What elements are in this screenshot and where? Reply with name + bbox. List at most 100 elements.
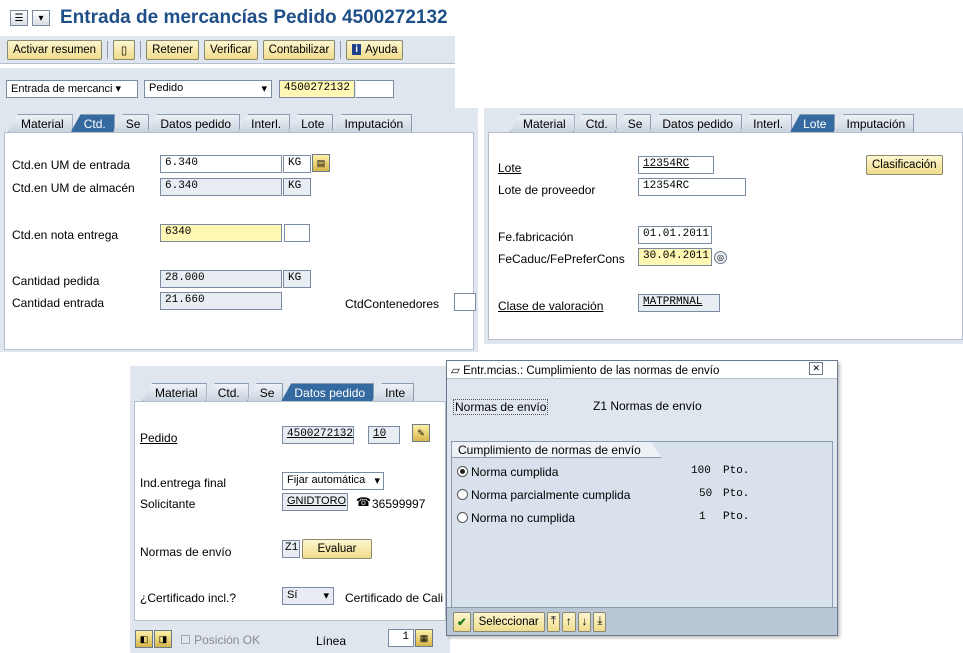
dropdown-icon: ▾	[261, 83, 267, 95]
dialog-icon: ▱	[451, 365, 460, 377]
certificado-label: ¿Certificado incl.?	[140, 591, 237, 605]
tab-datos-pedido[interactable]: Datos pedido	[649, 114, 743, 132]
lote-value[interactable]: 12354RC	[638, 156, 714, 174]
tab-datos-pedido[interactable]: Datos pedido	[281, 383, 375, 401]
cantidad-pedida-unit: KG	[283, 270, 311, 288]
verificar-button[interactable]: Verificar	[204, 39, 258, 60]
dropdown-icon: ▾	[374, 475, 380, 487]
info-icon: i	[352, 44, 362, 55]
previous-page-icon[interactable]: ↑	[561, 611, 576, 632]
tab-se[interactable]: Se	[246, 383, 284, 401]
go-to-line-icon[interactable]: ▦	[415, 629, 433, 647]
detail-icon[interactable]: ▤	[312, 154, 330, 172]
tab-material[interactable]: Material	[142, 383, 207, 401]
ctd-nota-unit-input[interactable]	[284, 224, 310, 242]
lote-proveedor-input[interactable]: 12354RC	[638, 178, 746, 196]
evaluar-button[interactable]: Evaluar	[302, 539, 372, 559]
fe-fabricacion-label: Fe.fabricación	[498, 230, 574, 244]
option-unit: Pto.	[723, 488, 750, 500]
activar-resumen-button[interactable]: Activar resumen	[7, 39, 103, 60]
clase-valoracion-label: Clase de valoración	[498, 299, 604, 313]
posicion-ok-checkbox[interactable]: ☐ Posición OK	[180, 633, 260, 647]
cantidad-entrada-label: Cantidad entrada	[12, 296, 105, 310]
tab-imputacion[interactable]: Imputación	[331, 114, 413, 132]
clasificacion-button[interactable]: Clasificación	[866, 155, 943, 175]
tab-interl[interactable]: Inte	[372, 383, 415, 401]
phone-number: 36599997	[372, 497, 426, 511]
previous-item-icon[interactable]: ◧	[135, 630, 153, 648]
system-menu-icon[interactable]: ▾	[32, 10, 50, 26]
ctd-entrada-input[interactable]: 6.340	[160, 155, 282, 173]
tab-lote[interactable]: Lote	[288, 114, 334, 132]
option-points: 50	[699, 488, 713, 500]
solicitante-value: GNIDTORO	[282, 493, 348, 511]
next-page-icon[interactable]: ↓	[577, 611, 592, 632]
ayuda-label: Ayuda	[365, 43, 398, 56]
tab-lote[interactable]: Lote	[790, 114, 836, 132]
phone-icon[interactable]: ☎	[356, 495, 371, 509]
retener-button[interactable]: Retener	[146, 39, 200, 60]
contabilizar-button[interactable]: Contabilizar	[262, 39, 336, 60]
search-help-icon[interactable]: ◎	[714, 251, 727, 264]
ayuda-button[interactable]: i Ayuda	[346, 39, 404, 60]
first-page-icon[interactable]: ⤒	[546, 611, 560, 632]
display-po-icon[interactable]: ✎	[412, 424, 430, 442]
seleccionar-button[interactable]: Seleccionar	[472, 611, 545, 632]
compliance-group-title: Cumplimiento de normas de envío	[451, 441, 662, 458]
option-points: 100	[691, 465, 711, 477]
dialog-normas-label: Normas de envío	[453, 399, 549, 415]
confirm-check-icon[interactable]: ✔	[453, 611, 471, 632]
option-label: Norma cumplida	[471, 465, 559, 479]
cantidad-pedida-label: Cantidad pedida	[12, 274, 100, 288]
cantidad-pedida-value: 28.000	[160, 270, 282, 288]
tab-material[interactable]: Material	[8, 114, 73, 132]
toolbar-separator	[140, 40, 142, 59]
dialog-title: Entr.mcias.: Cumplimiento de las normas …	[463, 365, 720, 377]
menu-icon[interactable]: ☰	[10, 10, 28, 26]
ctd-almacen-unit: KG	[283, 178, 311, 196]
close-icon[interactable]: ✕	[809, 362, 823, 375]
tab-ctd[interactable]: Ctd.	[70, 114, 115, 132]
fe-caducidad-input[interactable]: 30.04.2011	[638, 248, 712, 266]
linea-input[interactable]: 1	[388, 629, 414, 647]
tab-ctd[interactable]: Ctd.	[572, 114, 617, 132]
option-norma-no-cumplida[interactable]: Norma no cumplida	[457, 511, 575, 525]
ctd-almacen-value: 6.340	[160, 178, 282, 196]
page-title: Entrada de mercancías Pedido 4500272132	[60, 7, 448, 28]
fe-fabricacion-input[interactable]: 01.01.2011	[638, 226, 712, 244]
tab-interl[interactable]: Interl.	[740, 114, 793, 132]
document-number-input[interactable]: 4500272132	[279, 80, 355, 98]
solicitante-label: Solicitante	[140, 497, 196, 511]
transaction-value: Entrada de mercanci	[11, 83, 113, 95]
new-document-icon[interactable]: ▯	[113, 39, 136, 60]
last-page-icon[interactable]: ⤓	[593, 611, 607, 632]
dialog-normas-value: Z1 Normas de envío	[593, 399, 702, 413]
ctd-contenedores-input[interactable]	[454, 293, 476, 311]
tab-se[interactable]: Se	[112, 114, 150, 132]
certificado-select[interactable]: Sí ▾	[282, 587, 334, 605]
ctd-entrada-unit[interactable]: KG	[283, 155, 311, 173]
option-label: Norma no cumplida	[471, 511, 576, 525]
tab-datos-pedido[interactable]: Datos pedido	[147, 114, 241, 132]
transaction-select[interactable]: Entrada de mercanci ▾	[6, 80, 138, 98]
reference-type-value: Pedido	[149, 82, 184, 94]
next-item-icon[interactable]: ◨	[154, 630, 172, 648]
tab-interl[interactable]: Interl.	[238, 114, 291, 132]
tab-material[interactable]: Material	[510, 114, 575, 132]
option-unit: Pto.	[723, 511, 750, 523]
posicion-ok-label: Posición OK	[194, 633, 261, 647]
document-extra-input[interactable]	[356, 80, 394, 98]
reference-type-select[interactable]: Pedido ▾	[144, 80, 272, 98]
tab-se[interactable]: Se	[614, 114, 652, 132]
pedido-position-value: 10	[368, 426, 400, 444]
tab-imputacion[interactable]: Imputación	[833, 114, 915, 132]
option-norma-parcial[interactable]: Norma parcialmente cumplida	[457, 488, 630, 502]
ctd-nota-input[interactable]: 6340	[160, 224, 282, 242]
option-norma-cumplida[interactable]: Norma cumplida	[457, 465, 558, 479]
application-toolbar: Activar resumen ▯ Retener Verificar Cont…	[0, 36, 455, 64]
ind-entrega-final-select[interactable]: Fijar automática ▾	[282, 472, 384, 490]
ctd-almacen-label: Ctd.en UM de almacén	[12, 181, 135, 195]
tab-ctd[interactable]: Ctd.	[204, 383, 249, 401]
option-label: Norma parcialmente cumplida	[471, 488, 631, 502]
shipping-norms-dialog: ▱ Entr.mcias.: Cumplimiento de las norma…	[446, 360, 838, 636]
